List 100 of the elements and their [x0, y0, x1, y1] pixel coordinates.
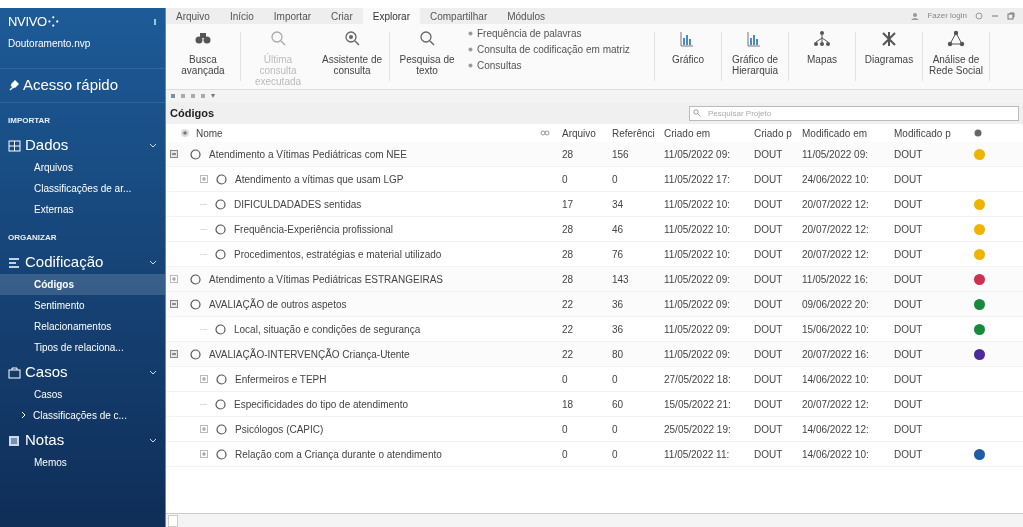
grid-icon: [8, 139, 21, 152]
ribbon-tab[interactable]: Criar: [321, 8, 363, 24]
column-header[interactable]: Arquivo: [560, 125, 610, 141]
nav-item[interactable]: Tipos de relaciona...: [0, 336, 165, 358]
table-cell-text: 20/07/2022 12:: [801, 397, 870, 412]
node-circle-icon: [216, 173, 227, 185]
map-icon: [813, 30, 831, 48]
column-header[interactable]: Criado p: [752, 125, 800, 141]
nav-group-header[interactable]: Casos: [0, 361, 165, 384]
ribbon-tab[interactable]: Importar: [263, 8, 322, 24]
table-cell-text: DOUT: [893, 447, 924, 462]
table-cell-text: DOUT: [753, 222, 784, 237]
ribbon-small-button[interactable]: Frequência de palavras: [468, 26, 654, 40]
bullet-icon: [468, 30, 473, 36]
table-cell-text: 28: [561, 222, 575, 237]
ribbon-button[interactable]: Gráfico: [655, 24, 721, 89]
nav-group-label: Dados: [25, 135, 69, 156]
column-header[interactable]: Modificado em: [800, 125, 892, 141]
ribbon-button[interactable]: Assistente de consulta: [315, 24, 389, 89]
table-cell-text: 20/07/2022 12:: [801, 197, 870, 212]
table-row[interactable]: Atendimento a Vítimas Pediátricas com NEE 28 156 11/05/2022 09: DOUT 11/05/2022 09: DOUT: [166, 142, 1023, 167]
table-cell-text: DOUT: [753, 347, 784, 362]
quick-access-item[interactable]: Acesso rápido: [0, 68, 165, 103]
ribbon-button[interactable]: Análise de Rede Social: [923, 24, 989, 89]
ribbon-button[interactable]: Gráfico de Hierarquia: [722, 24, 788, 89]
notes-icon: [8, 434, 21, 447]
table-cell-text: 143: [611, 272, 630, 287]
node-circle-icon: [190, 148, 201, 160]
node-circle-icon: [215, 248, 226, 260]
table-cell-text: DOUT: [893, 147, 924, 162]
section-heading: ORGANIZAR: [7, 231, 58, 244]
nav-group-header[interactable]: Codificação: [0, 251, 165, 274]
ribbon-button[interactable]: Mapas: [789, 24, 855, 89]
horizontal-scrollbar[interactable]: [166, 513, 1023, 527]
ribbon-tab[interactable]: Início: [219, 8, 264, 24]
nav-item[interactable]: Externas: [0, 198, 165, 220]
table-cell-text: 28: [561, 247, 575, 262]
column-header[interactable]: Modificado p: [892, 125, 966, 141]
nav-item[interactable]: Classificações de c...: [0, 404, 165, 426]
restore-icon: [1007, 12, 1015, 20]
ribbon-tab[interactable]: Módulos: [497, 8, 556, 24]
node-circle-icon: [215, 398, 226, 410]
table-row[interactable]: Atendimento a Vítimas Pediátricas ESTRANGEIRAS 28 143 11/05/2022 09: DOUT 11/05/2022 16: DOUT: [166, 267, 1023, 292]
table-cell-text: 15/05/2022 21:: [663, 397, 732, 412]
nav-item[interactable]: Memos: [0, 451, 165, 473]
table-cell-text: 46: [611, 222, 625, 237]
ribbon-tab[interactable]: Explorar: [362, 8, 420, 24]
table-row[interactable]: AVALIAÇÃO-INTERVENÇÃO Criança-Utente 22 80 11/05/2022 09: DOUT 20/07/2022 16: DOUT: [166, 342, 1023, 367]
ribbon-tab[interactable]: Arquivo: [166, 8, 220, 24]
nav-group-header[interactable]: Dados: [0, 134, 165, 157]
table-cell-text: DOUT: [753, 447, 784, 462]
table-cell-text: DOUT: [753, 297, 784, 312]
ribbon-button[interactable]: Busca avançada: [166, 24, 240, 89]
ribbon-button[interactable]: Diagramas: [856, 24, 922, 89]
nav-item[interactable]: Classificações de ar...: [0, 177, 165, 199]
ribbon-small-button[interactable]: Consultas: [468, 58, 654, 72]
select-all-icon: [180, 128, 190, 138]
nav-item[interactable]: Códigos: [0, 273, 165, 295]
table-cell-text: 24/06/2022 10:: [801, 172, 870, 187]
table-cell-text: 11/05/2022 09:: [663, 297, 731, 312]
table-cell-text: 0: [561, 172, 569, 187]
table-cell-text: 11/05/2022 09:: [663, 347, 731, 362]
table-cell-text: 0: [611, 447, 619, 462]
nav-group-header[interactable]: Notas: [0, 429, 165, 452]
network-icon: [947, 30, 965, 48]
table-cell-text: 156: [611, 147, 630, 162]
table-row[interactable]: AVALIAÇÃO de outros aspetos 22 36 11/05/2022 09: DOUT 09/06/2022 20: DOUT: [166, 292, 1023, 317]
table-cell-text: 0: [611, 372, 619, 387]
save-icon: [170, 93, 176, 99]
link-icon: [540, 130, 550, 136]
table-cell-text: 11/05/2022 09:: [663, 272, 731, 287]
ribbon-small-button[interactable]: Consulta de codificação em matriz: [468, 42, 654, 56]
search-field[interactable]: Pesquisar Projeto: [689, 105, 1019, 121]
nav-item[interactable]: Arquivos: [0, 156, 165, 178]
nav-item[interactable]: Casos: [0, 383, 165, 405]
nav-group-label: Notas: [25, 430, 65, 451]
table-cell-text: 15/06/2022 10:: [801, 322, 870, 337]
table-cell-text: DOUT: [753, 147, 784, 162]
column-header[interactable]: Referênci: [610, 125, 662, 141]
section-heading: IMPORTAR: [7, 114, 52, 127]
table-cell-text: DOUT: [753, 322, 784, 337]
scroll-left-icon[interactable]: [168, 514, 178, 527]
table-cell-text: 11/05/2022 17:: [663, 172, 731, 187]
table-cell-text: 80: [611, 347, 625, 362]
table-cell-text: 11/05/2022 09:: [801, 147, 869, 162]
ribbon-tab[interactable]: Compartilhar: [419, 8, 498, 24]
column-header[interactable]: Criado em: [662, 125, 752, 141]
node-name: Atendimento a vítimas que usam LGP: [235, 172, 404, 187]
column-header[interactable]: Nome: [190, 125, 540, 141]
table-cell-text: 0: [561, 447, 569, 462]
dropdown-icon: [210, 93, 216, 99]
node-name: Procedimentos, estratégias e material utilizado: [234, 247, 442, 262]
table-cell-text: DOUT: [893, 247, 924, 262]
nav-item[interactable]: Sentimento: [0, 294, 165, 316]
nav-item[interactable]: Relacionamentos: [0, 315, 165, 337]
node-circle-icon: [190, 273, 201, 285]
ribbon-button[interactable]: Pesquisa de texto: [390, 24, 464, 89]
search-icon: [418, 30, 436, 48]
node-name: DIFICULDADADES sentidas: [234, 197, 362, 212]
node-circle-icon: [190, 348, 201, 360]
